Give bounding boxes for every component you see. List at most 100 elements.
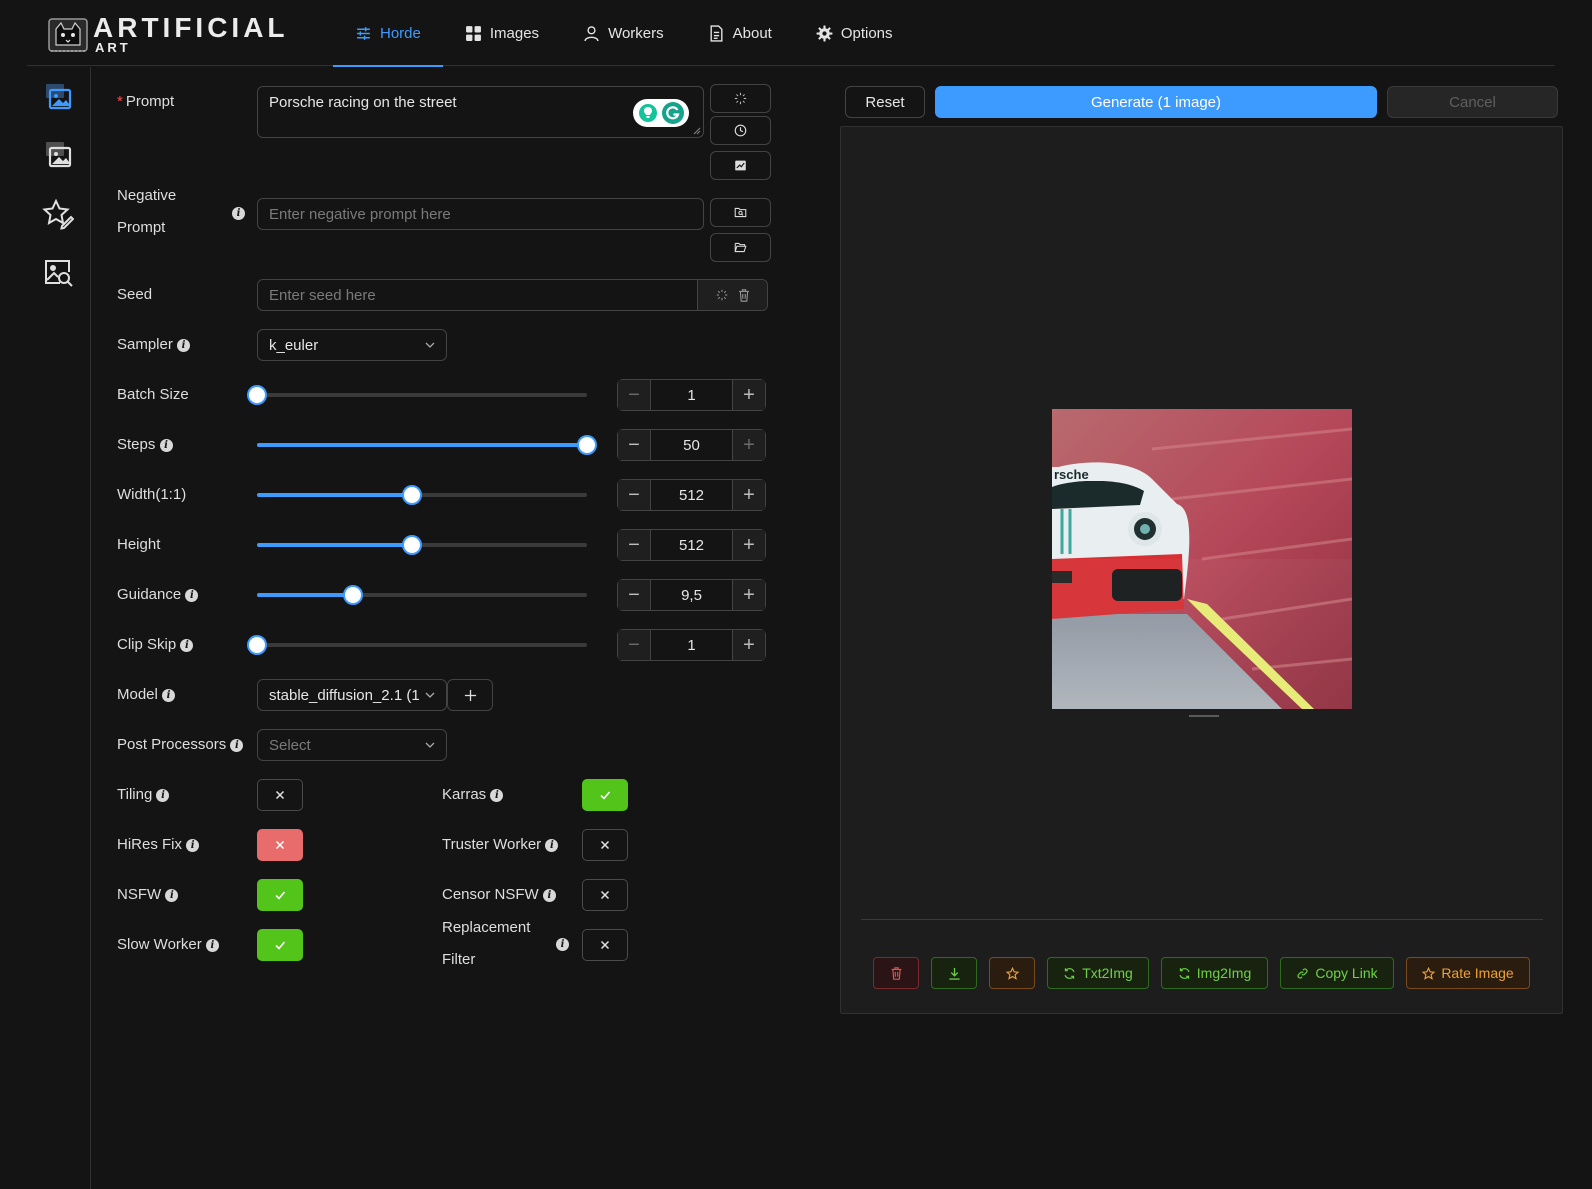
info-icon[interactable]: i bbox=[205, 938, 219, 952]
increment-button[interactable]: + bbox=[733, 430, 765, 460]
increment-button[interactable]: + bbox=[733, 530, 765, 560]
hires-fix-label: HiRes Fix i bbox=[117, 835, 200, 855]
negative-prompt-load-button[interactable] bbox=[710, 198, 771, 227]
decrement-button[interactable]: − bbox=[618, 630, 650, 660]
slow-worker-toggle[interactable] bbox=[257, 929, 303, 961]
txt2img-button[interactable]: Txt2Img bbox=[1047, 957, 1149, 989]
negative-prompt-folder-button[interactable] bbox=[710, 233, 771, 262]
info-icon[interactable]: i bbox=[156, 788, 170, 802]
tab-horde[interactable]: Horde bbox=[333, 0, 443, 67]
resize-handle-icon[interactable] bbox=[693, 127, 701, 135]
generated-image[interactable]: rsche bbox=[1052, 409, 1352, 709]
tab-workers[interactable]: Workers bbox=[561, 0, 686, 66]
guidance-stepper: − 9,5 + bbox=[617, 579, 766, 611]
slider-handle[interactable] bbox=[247, 385, 267, 405]
tab-about[interactable]: About bbox=[686, 0, 794, 66]
hires-fix-toggle[interactable] bbox=[257, 829, 303, 861]
star-edit-icon[interactable] bbox=[42, 198, 74, 230]
width-slider[interactable] bbox=[257, 485, 587, 505]
slider-handle[interactable] bbox=[247, 635, 267, 655]
info-icon[interactable]: i bbox=[177, 338, 191, 352]
height-stepper: − 512 + bbox=[617, 529, 766, 561]
info-icon[interactable]: i bbox=[159, 438, 173, 452]
slider-handle[interactable] bbox=[577, 435, 597, 455]
increment-button[interactable]: + bbox=[733, 580, 765, 610]
steps-value[interactable]: 50 bbox=[650, 430, 733, 460]
prompt-history-button[interactable] bbox=[710, 116, 771, 145]
decrement-button[interactable]: − bbox=[618, 480, 650, 510]
increment-button[interactable]: + bbox=[733, 380, 765, 410]
prompt-value: Porsche racing on the street bbox=[269, 94, 457, 111]
copy-link-button[interactable]: Copy Link bbox=[1280, 957, 1394, 989]
prompt-textarea[interactable]: Porsche racing on the street bbox=[257, 86, 704, 138]
grammar-assistant-widget[interactable] bbox=[633, 99, 689, 127]
img2img-button[interactable]: Img2Img bbox=[1161, 957, 1268, 989]
guidance-slider[interactable] bbox=[257, 585, 587, 605]
karras-toggle[interactable] bbox=[582, 779, 628, 811]
replacement-filter-toggle[interactable] bbox=[582, 929, 628, 961]
image-pagination-indicator[interactable] bbox=[1189, 715, 1219, 717]
info-icon[interactable]: i bbox=[232, 207, 245, 220]
generate-button[interactable]: Generate (1 image) bbox=[935, 86, 1377, 118]
favorite-image-button[interactable] bbox=[989, 957, 1035, 989]
prompt-image-button[interactable] bbox=[710, 151, 771, 180]
trash-icon[interactable] bbox=[738, 288, 750, 302]
car-badge-text: rsche bbox=[1054, 467, 1089, 482]
increment-button[interactable]: + bbox=[733, 630, 765, 660]
slider-handle[interactable] bbox=[402, 485, 423, 505]
post-processors-select[interactable]: Select bbox=[257, 729, 447, 761]
tab-horde-label: Horde bbox=[380, 24, 421, 42]
info-icon[interactable]: i bbox=[185, 588, 199, 602]
height-value[interactable]: 512 bbox=[650, 530, 733, 560]
clip-skip-slider[interactable] bbox=[247, 635, 587, 655]
info-icon[interactable]: i bbox=[490, 788, 504, 802]
info-icon[interactable]: i bbox=[186, 838, 200, 852]
info-icon[interactable]: i bbox=[162, 688, 176, 702]
batch-size-value[interactable]: 1 bbox=[650, 380, 733, 410]
guidance-value[interactable]: 9,5 bbox=[650, 580, 733, 610]
info-icon[interactable]: i bbox=[556, 938, 569, 951]
slider-handle[interactable] bbox=[402, 535, 423, 555]
delete-image-button[interactable] bbox=[873, 957, 919, 989]
decrement-button[interactable]: − bbox=[618, 530, 650, 560]
seed-input[interactable]: Enter seed here bbox=[257, 279, 768, 311]
height-slider[interactable] bbox=[257, 535, 587, 555]
rate-image-button[interactable]: Rate Image bbox=[1406, 957, 1530, 989]
slider-handle[interactable] bbox=[342, 585, 363, 605]
download-image-button[interactable] bbox=[931, 957, 977, 989]
censor-nsfw-toggle[interactable] bbox=[582, 879, 628, 911]
increment-button[interactable]: + bbox=[733, 480, 765, 510]
nsfw-toggle[interactable] bbox=[257, 879, 303, 911]
image-gallery-icon[interactable] bbox=[42, 139, 74, 171]
info-icon[interactable]: i bbox=[165, 888, 179, 902]
tiling-toggle[interactable] bbox=[257, 779, 303, 811]
model-select[interactable]: stable_diffusion_2.1 (12 bbox=[257, 679, 447, 711]
image-search-icon[interactable] bbox=[42, 256, 74, 288]
close-icon bbox=[600, 940, 610, 950]
info-icon[interactable]: i bbox=[180, 638, 194, 652]
check-icon bbox=[275, 941, 286, 950]
image-generate-icon[interactable] bbox=[42, 81, 74, 113]
tab-options[interactable]: Options bbox=[794, 0, 915, 66]
decrement-button[interactable]: − bbox=[618, 380, 650, 410]
user-icon bbox=[584, 25, 599, 41]
decrement-button[interactable]: − bbox=[618, 430, 650, 460]
trusted-worker-toggle[interactable] bbox=[582, 829, 628, 861]
info-icon[interactable]: i bbox=[542, 888, 556, 902]
app-logo[interactable]: ARTIFICIAL ART bbox=[47, 14, 289, 54]
negative-prompt-input[interactable]: Enter negative prompt here bbox=[257, 198, 704, 230]
width-value[interactable]: 512 bbox=[650, 480, 733, 510]
batch-size-slider[interactable] bbox=[247, 385, 587, 405]
clip-skip-value[interactable]: 1 bbox=[650, 630, 733, 660]
sampler-select[interactable]: k_euler bbox=[257, 329, 447, 361]
info-icon[interactable]: i bbox=[545, 838, 559, 852]
steps-slider[interactable] bbox=[257, 435, 597, 455]
tab-images[interactable]: Images bbox=[443, 0, 561, 66]
cancel-button[interactable]: Cancel bbox=[1387, 86, 1558, 118]
decrement-button[interactable]: − bbox=[618, 580, 650, 610]
random-seed-icon[interactable] bbox=[716, 289, 728, 301]
random-prompt-button[interactable] bbox=[710, 84, 771, 113]
reset-button[interactable]: Reset bbox=[845, 86, 925, 118]
add-model-button[interactable] bbox=[447, 679, 493, 711]
info-icon[interactable]: i bbox=[230, 738, 244, 752]
